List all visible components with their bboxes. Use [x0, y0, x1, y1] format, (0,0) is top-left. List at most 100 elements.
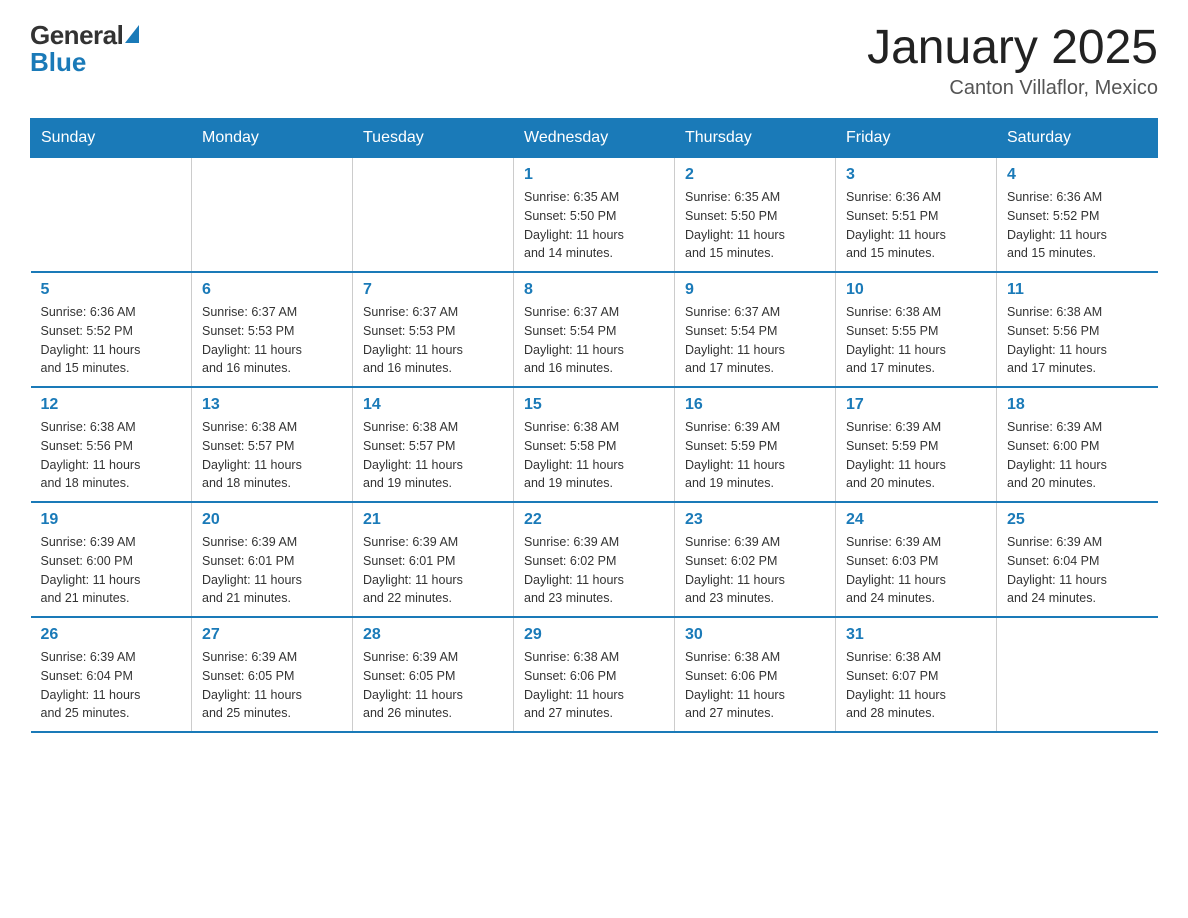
- page-header: General Blue January 2025 Canton Villafl…: [30, 20, 1158, 100]
- week-row-5: 26 Sunrise: 6:39 AM Sunset: 6:04 PM Dayli…: [31, 617, 1158, 732]
- day-number: 23: [685, 511, 825, 529]
- calendar-cell: 6 Sunrise: 6:37 AM Sunset: 5:53 PM Daylig…: [192, 272, 353, 387]
- day-number: 18: [1007, 396, 1148, 414]
- day-info: Sunrise: 6:39 AM Sunset: 5:59 PM Dayligh…: [685, 418, 825, 493]
- header-tuesday: Tuesday: [353, 119, 514, 158]
- calendar-cell: 24 Sunrise: 6:39 AM Sunset: 6:03 PM Dayli…: [836, 502, 997, 617]
- day-number: 22: [524, 511, 664, 529]
- day-number: 8: [524, 281, 664, 299]
- day-info: Sunrise: 6:39 AM Sunset: 6:05 PM Dayligh…: [363, 648, 503, 723]
- calendar-cell: 16 Sunrise: 6:39 AM Sunset: 5:59 PM Dayli…: [675, 387, 836, 502]
- day-info: Sunrise: 6:36 AM Sunset: 5:51 PM Dayligh…: [846, 188, 986, 263]
- day-number: 21: [363, 511, 503, 529]
- day-number: 9: [685, 281, 825, 299]
- calendar-cell: 5 Sunrise: 6:36 AM Sunset: 5:52 PM Daylig…: [31, 272, 192, 387]
- calendar-cell: 17 Sunrise: 6:39 AM Sunset: 5:59 PM Dayli…: [836, 387, 997, 502]
- days-of-week-row: SundayMondayTuesdayWednesdayThursdayFrid…: [31, 119, 1158, 158]
- day-number: 30: [685, 626, 825, 644]
- calendar-cell: [31, 158, 192, 273]
- week-row-3: 12 Sunrise: 6:38 AM Sunset: 5:56 PM Dayli…: [31, 387, 1158, 502]
- day-number: 26: [41, 626, 182, 644]
- day-info: Sunrise: 6:35 AM Sunset: 5:50 PM Dayligh…: [685, 188, 825, 263]
- day-info: Sunrise: 6:37 AM Sunset: 5:54 PM Dayligh…: [685, 303, 825, 378]
- day-info: Sunrise: 6:39 AM Sunset: 6:01 PM Dayligh…: [363, 533, 503, 608]
- day-number: 5: [41, 281, 182, 299]
- day-number: 19: [41, 511, 182, 529]
- calendar-header: SundayMondayTuesdayWednesdayThursdayFrid…: [31, 119, 1158, 158]
- day-number: 14: [363, 396, 503, 414]
- day-number: 29: [524, 626, 664, 644]
- day-number: 28: [363, 626, 503, 644]
- calendar-cell: [353, 158, 514, 273]
- day-info: Sunrise: 6:35 AM Sunset: 5:50 PM Dayligh…: [524, 188, 664, 263]
- day-info: Sunrise: 6:39 AM Sunset: 6:03 PM Dayligh…: [846, 533, 986, 608]
- day-number: 11: [1007, 281, 1148, 299]
- day-number: 12: [41, 396, 182, 414]
- calendar-cell: 3 Sunrise: 6:36 AM Sunset: 5:51 PM Daylig…: [836, 158, 997, 273]
- calendar-cell: 21 Sunrise: 6:39 AM Sunset: 6:01 PM Dayli…: [353, 502, 514, 617]
- calendar-cell: 14 Sunrise: 6:38 AM Sunset: 5:57 PM Dayli…: [353, 387, 514, 502]
- day-number: 1: [524, 166, 664, 184]
- day-info: Sunrise: 6:39 AM Sunset: 6:04 PM Dayligh…: [41, 648, 182, 723]
- calendar-cell: 30 Sunrise: 6:38 AM Sunset: 6:06 PM Dayli…: [675, 617, 836, 732]
- day-info: Sunrise: 6:39 AM Sunset: 5:59 PM Dayligh…: [846, 418, 986, 493]
- day-info: Sunrise: 6:39 AM Sunset: 6:02 PM Dayligh…: [524, 533, 664, 608]
- header-friday: Friday: [836, 119, 997, 158]
- day-number: 2: [685, 166, 825, 184]
- calendar-cell: 2 Sunrise: 6:35 AM Sunset: 5:50 PM Daylig…: [675, 158, 836, 273]
- header-thursday: Thursday: [675, 119, 836, 158]
- day-info: Sunrise: 6:38 AM Sunset: 5:58 PM Dayligh…: [524, 418, 664, 493]
- day-info: Sunrise: 6:39 AM Sunset: 6:00 PM Dayligh…: [41, 533, 182, 608]
- calendar-cell: 27 Sunrise: 6:39 AM Sunset: 6:05 PM Dayli…: [192, 617, 353, 732]
- day-info: Sunrise: 6:39 AM Sunset: 6:05 PM Dayligh…: [202, 648, 342, 723]
- day-info: Sunrise: 6:39 AM Sunset: 6:04 PM Dayligh…: [1007, 533, 1148, 608]
- week-row-4: 19 Sunrise: 6:39 AM Sunset: 6:00 PM Dayli…: [31, 502, 1158, 617]
- calendar-cell: 23 Sunrise: 6:39 AM Sunset: 6:02 PM Dayli…: [675, 502, 836, 617]
- calendar-cell: 19 Sunrise: 6:39 AM Sunset: 6:00 PM Dayli…: [31, 502, 192, 617]
- location-subtitle: Canton Villaflor, Mexico: [867, 77, 1158, 100]
- day-info: Sunrise: 6:38 AM Sunset: 5:55 PM Dayligh…: [846, 303, 986, 378]
- calendar-cell: 9 Sunrise: 6:37 AM Sunset: 5:54 PM Daylig…: [675, 272, 836, 387]
- day-info: Sunrise: 6:39 AM Sunset: 6:01 PM Dayligh…: [202, 533, 342, 608]
- day-info: Sunrise: 6:37 AM Sunset: 5:53 PM Dayligh…: [202, 303, 342, 378]
- header-wednesday: Wednesday: [514, 119, 675, 158]
- day-info: Sunrise: 6:38 AM Sunset: 6:06 PM Dayligh…: [524, 648, 664, 723]
- calendar-cell: 31Sunrise: 6:38 AM Sunset: 6:07 PM Dayli…: [836, 617, 997, 732]
- day-number: 4: [1007, 166, 1148, 184]
- calendar-cell: 12 Sunrise: 6:38 AM Sunset: 5:56 PM Dayli…: [31, 387, 192, 502]
- day-number: 3: [846, 166, 986, 184]
- day-info: Sunrise: 6:39 AM Sunset: 6:02 PM Dayligh…: [685, 533, 825, 608]
- calendar-cell: 8 Sunrise: 6:37 AM Sunset: 5:54 PM Daylig…: [514, 272, 675, 387]
- calendar-cell: 13Sunrise: 6:38 AM Sunset: 5:57 PM Dayli…: [192, 387, 353, 502]
- logo-triangle-icon: [125, 25, 139, 43]
- calendar-cell: 28 Sunrise: 6:39 AM Sunset: 6:05 PM Dayli…: [353, 617, 514, 732]
- calendar-cell: 26 Sunrise: 6:39 AM Sunset: 6:04 PM Dayli…: [31, 617, 192, 732]
- logo-blue-text: Blue: [30, 47, 86, 78]
- title-block: January 2025 Canton Villaflor, Mexico: [867, 20, 1158, 100]
- header-saturday: Saturday: [997, 119, 1158, 158]
- day-number: 20: [202, 511, 342, 529]
- day-number: 17: [846, 396, 986, 414]
- day-number: 31: [846, 626, 986, 644]
- day-number: 15: [524, 396, 664, 414]
- calendar-cell: 4Sunrise: 6:36 AM Sunset: 5:52 PM Daylig…: [997, 158, 1158, 273]
- calendar-cell: 18Sunrise: 6:39 AM Sunset: 6:00 PM Dayli…: [997, 387, 1158, 502]
- day-number: 6: [202, 281, 342, 299]
- day-info: Sunrise: 6:38 AM Sunset: 6:06 PM Dayligh…: [685, 648, 825, 723]
- calendar-cell: 29 Sunrise: 6:38 AM Sunset: 6:06 PM Dayli…: [514, 617, 675, 732]
- week-row-2: 5 Sunrise: 6:36 AM Sunset: 5:52 PM Daylig…: [31, 272, 1158, 387]
- day-number: 24: [846, 511, 986, 529]
- day-number: 27: [202, 626, 342, 644]
- day-info: Sunrise: 6:36 AM Sunset: 5:52 PM Dayligh…: [41, 303, 182, 378]
- header-sunday: Sunday: [31, 119, 192, 158]
- day-info: Sunrise: 6:38 AM Sunset: 5:57 PM Dayligh…: [363, 418, 503, 493]
- day-number: 25: [1007, 511, 1148, 529]
- day-number: 10: [846, 281, 986, 299]
- calendar-cell: 25 Sunrise: 6:39 AM Sunset: 6:04 PM Dayli…: [997, 502, 1158, 617]
- day-info: Sunrise: 6:38 AM Sunset: 5:56 PM Dayligh…: [1007, 303, 1148, 378]
- calendar-body: 1 Sunrise: 6:35 AM Sunset: 5:50 PM Daylig…: [31, 158, 1158, 733]
- calendar-table: SundayMondayTuesdayWednesdayThursdayFrid…: [30, 118, 1158, 733]
- day-info: Sunrise: 6:37 AM Sunset: 5:54 PM Dayligh…: [524, 303, 664, 378]
- day-number: 16: [685, 396, 825, 414]
- day-info: Sunrise: 6:38 AM Sunset: 5:56 PM Dayligh…: [41, 418, 182, 493]
